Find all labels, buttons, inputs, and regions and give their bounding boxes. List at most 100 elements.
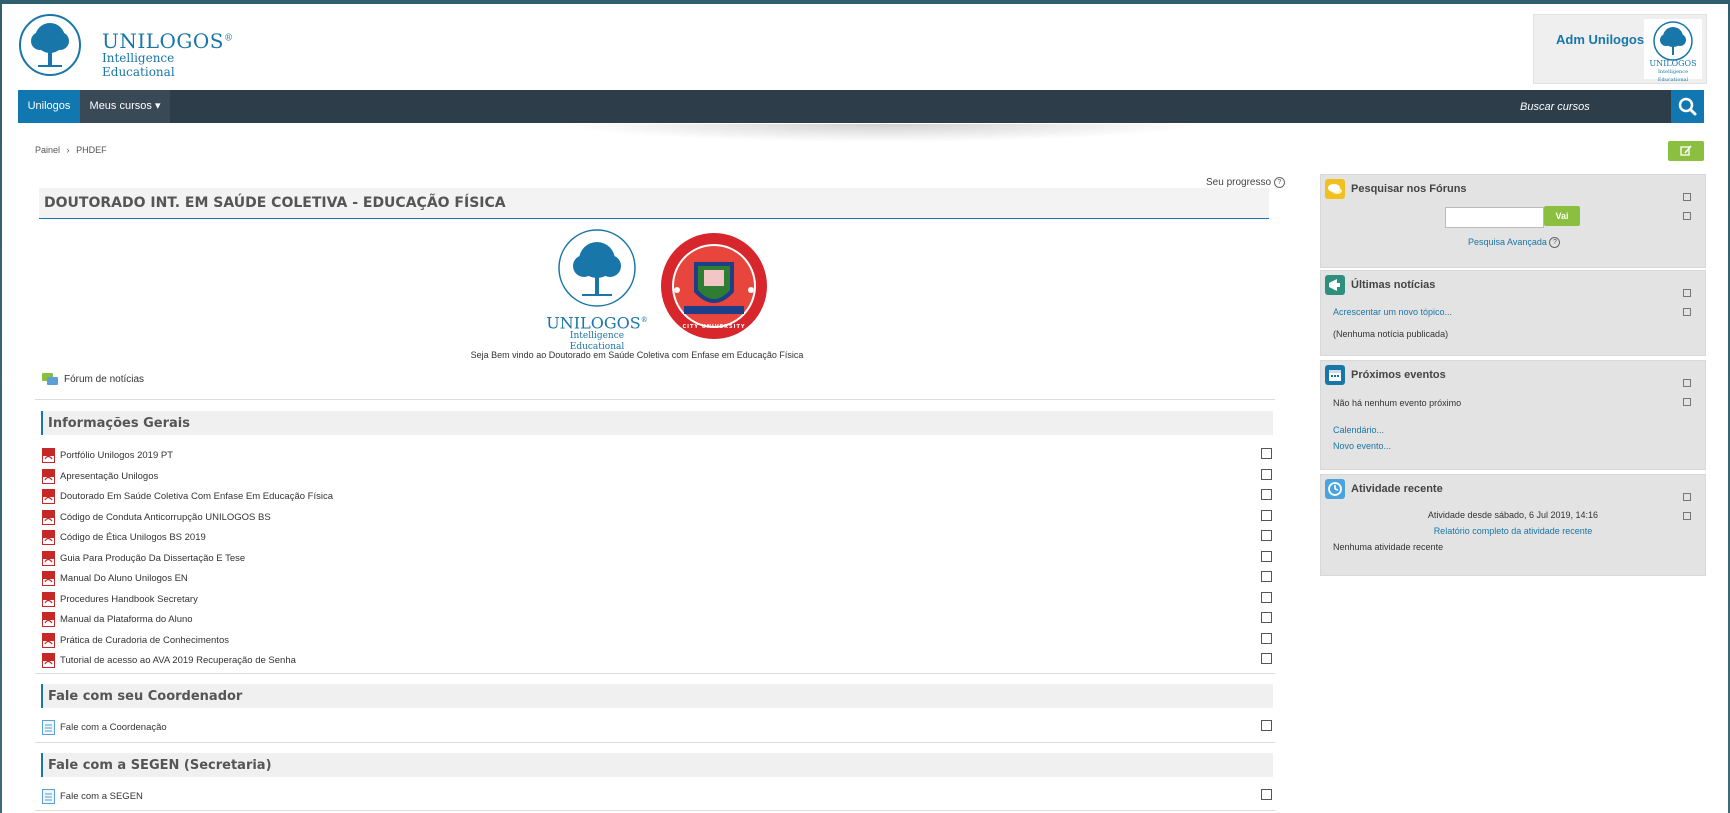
list-item[interactable]: Manual Do Aluno Unilogos EN: [42, 569, 188, 587]
logo-registered: ®: [224, 33, 234, 44]
activity-label: Guia Para Produção Da Dissertação E Tese: [60, 552, 246, 564]
collapse-icon[interactable]: [1683, 289, 1691, 297]
collapse-icon[interactable]: [1683, 379, 1691, 387]
completion-checkbox[interactable]: [1261, 592, 1272, 603]
completion-checkbox[interactable]: [1261, 448, 1272, 459]
activity-label: Manual da Plataforma do Aluno: [60, 613, 193, 625]
list-item[interactable]: Código de Conduta Anticorrupção UNILOGOS…: [42, 508, 271, 526]
course-logo-brand: UNILOGOS: [546, 313, 641, 333]
pdf-file-icon: [42, 509, 55, 525]
list-item[interactable]: Manual da Plataforma do Aluno: [42, 610, 193, 628]
completion-checkbox[interactable]: [1261, 720, 1272, 731]
course-logos: UNILOGOS® Intelligence Educational CITY …: [542, 228, 772, 352]
list-item[interactable]: Apresentação Unilogos: [42, 467, 158, 485]
block-header: Pesquisar nos Fóruns: [1325, 178, 1467, 200]
block-controls[interactable]: [1681, 372, 1699, 406]
activity-label: Código de Conduta Anticorrupção UNILOGOS…: [60, 511, 271, 523]
forum-search-go-button[interactable]: Vai: [1544, 206, 1580, 226]
collapse-icon[interactable]: [1683, 193, 1691, 201]
activity-label: Apresentação Unilogos: [60, 470, 159, 482]
divider: [35, 742, 1275, 743]
list-item[interactable]: Doutorado Em Saúde Coletiva Com Enfase E…: [42, 487, 333, 505]
list-item[interactable]: Fale com a SEGEN: [42, 787, 143, 805]
pdf-file-icon: [42, 488, 55, 504]
advanced-search-label: Pesquisa Avançada: [1468, 237, 1547, 247]
completion-checkbox[interactable]: [1261, 653, 1272, 664]
completion-checkbox[interactable]: [1261, 510, 1272, 521]
advanced-search-link[interactable]: Pesquisa Avançada ?: [1468, 237, 1561, 249]
pdf-file-icon: [42, 468, 55, 484]
avatar[interactable]: UNILOGOS Intelligence Educational: [1644, 19, 1702, 83]
completion-checkbox[interactable]: [1261, 489, 1272, 500]
list-item[interactable]: Código de Ética Unilogos BS 2019: [42, 528, 206, 546]
new-event-link[interactable]: Novo evento...: [1333, 441, 1391, 451]
user-menu[interactable]: Adm Unilogos▾ UNILOGOS Intelligence Educ…: [1533, 14, 1707, 84]
search-input[interactable]: [1518, 96, 1672, 118]
block-header: Próximos eventos: [1325, 364, 1446, 386]
seal-ribbon-text: CITY UNIVERSITY: [682, 324, 746, 330]
add-topic-link[interactable]: Acrescentar um novo tópico...: [1333, 307, 1452, 317]
nav-my-courses[interactable]: Meus cursos ▾: [80, 90, 170, 123]
block-controls[interactable]: [1681, 186, 1699, 220]
site-logo[interactable]: UNILOGOS® Intelligence Educational: [18, 13, 233, 79]
completion-checkbox[interactable]: [1261, 469, 1272, 480]
edit-button[interactable]: [1668, 141, 1704, 161]
pdf-file-icon: [42, 591, 55, 607]
logo-text: UNILOGOS® Intelligence Educational: [102, 29, 234, 79]
completion-checkbox[interactable]: [1261, 612, 1272, 623]
breadcrumb: Painel › PHDEF: [35, 145, 107, 155]
activity-label: Fale com a Coordenação: [60, 721, 167, 733]
activity-label: Doutorado Em Saúde Coletiva Com Enfase E…: [60, 490, 333, 502]
activity-label: Procedures Handbook Secretary: [60, 593, 198, 605]
list-item[interactable]: Procedures Handbook Secretary: [42, 590, 198, 608]
completion-checkbox[interactable]: [1261, 633, 1272, 644]
user-name-label: Adm Unilogos: [1556, 32, 1645, 47]
section-title: Fale com seu Coordenador: [48, 689, 243, 704]
block-title: Pesquisar nos Fóruns: [1351, 183, 1467, 195]
pdf-file-icon: [42, 529, 55, 545]
block-controls[interactable]: [1681, 282, 1699, 316]
latest-news-block: Últimas notícias Acrescentar um novo tóp…: [1320, 270, 1706, 356]
search-icon: [1678, 97, 1697, 116]
avatar-tagline: Intelligence Educational: [1657, 69, 1689, 83]
calendar-link[interactable]: Calendário...: [1333, 425, 1384, 435]
completion-checkbox[interactable]: [1261, 551, 1272, 562]
megaphone-icon: [1325, 275, 1345, 295]
course-title-bar: DOUTORADO INT. EM SAÚDE COLETIVA - EDUCA…: [39, 188, 1269, 219]
breadcrumb-current[interactable]: PHDEF: [76, 145, 107, 155]
block-controls[interactable]: [1681, 486, 1699, 520]
dock-icon[interactable]: [1683, 398, 1691, 406]
list-item[interactable]: Prática de Curadoria de Conhecimentos: [42, 631, 229, 649]
help-icon[interactable]: ?: [1273, 177, 1285, 188]
recent-activity-block: Atividade recente Atividade desde sábado…: [1320, 474, 1706, 576]
block-title: Próximos eventos: [1351, 369, 1446, 381]
page-title: DOUTORADO INT. EM SAÚDE COLETIVA - EDUCA…: [44, 195, 506, 211]
dock-icon[interactable]: [1683, 308, 1691, 316]
divider: [35, 399, 1275, 400]
news-forum-link[interactable]: Fórum de notícias: [42, 372, 144, 387]
list-item[interactable]: Tutorial de acesso ao AVA 2019 Recuperaç…: [42, 651, 296, 669]
completion-checkbox[interactable]: [1261, 571, 1272, 582]
activity-label: Código de Ética Unilogos BS 2019: [60, 531, 206, 543]
breadcrumb-home[interactable]: Painel: [35, 145, 60, 155]
navbar-shadow: [562, 124, 1202, 142]
dock-icon[interactable]: [1683, 212, 1691, 220]
list-item[interactable]: Guia Para Produção Da Dissertação E Tese: [42, 549, 245, 567]
header: UNILOGOS® Intelligence Educational Adm U…: [2, 4, 1728, 90]
list-item[interactable]: Fale com a Coordenação: [42, 718, 167, 736]
list-item[interactable]: Portfólio Unilogos 2019 PT: [42, 446, 173, 464]
full-report-link[interactable]: Relatório completo da atividade recente: [1321, 526, 1705, 536]
help-icon[interactable]: ?: [1549, 237, 1561, 249]
search-button[interactable]: [1671, 90, 1704, 123]
collapse-icon[interactable]: [1683, 493, 1691, 501]
user-name[interactable]: Adm Unilogos▾: [1556, 32, 1648, 47]
forum-search-block: Pesquisar nos Fóruns Vai Pesquisa Avança…: [1320, 174, 1706, 268]
section-header: Fale com a SEGEN (Secretaria): [41, 753, 1273, 777]
completion-checkbox[interactable]: [1261, 789, 1272, 800]
activity-label: Portfólio Unilogos 2019 PT: [60, 449, 174, 461]
completion-checkbox[interactable]: [1261, 530, 1272, 541]
forum-search-input[interactable]: [1445, 207, 1544, 228]
page: UNILOGOS® Intelligence Educational Adm U…: [2, 4, 1728, 813]
activity-label: Manual Do Aluno Unilogos EN: [60, 572, 188, 584]
nav-home[interactable]: Unilogos: [18, 90, 80, 123]
